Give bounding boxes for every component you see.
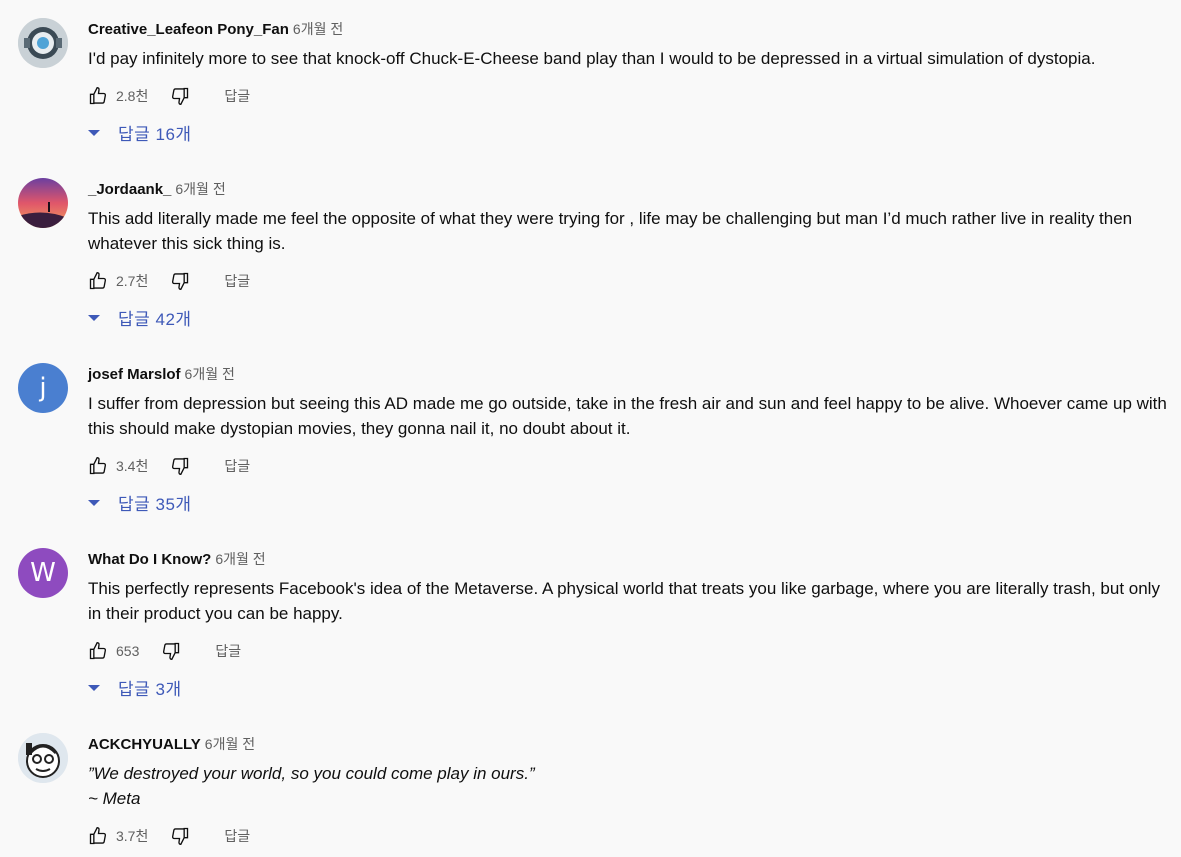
view-replies-button[interactable]: 답글 42개 — [86, 305, 192, 330]
robot-avatar-icon[interactable] — [18, 18, 68, 68]
letter-avatar[interactable]: W — [18, 548, 68, 598]
like-count: 2.8천 — [116, 88, 149, 104]
comment-text: This add literally made me feel the oppo… — [88, 209, 1133, 253]
caret-down-icon — [88, 499, 100, 506]
replies-count-label: 답글 35개 — [118, 495, 192, 514]
like-count: 3.4천 — [116, 458, 149, 474]
thumbs-down-icon[interactable] — [170, 456, 190, 476]
meme-face-avatar-icon[interactable] — [18, 733, 68, 783]
thumbs-up-icon[interactable] — [88, 456, 108, 476]
replies-count-label: 답글 16개 — [118, 125, 192, 144]
caret-down-icon — [88, 314, 100, 321]
comment-text: I'd pay infinitely more to see that knoc… — [88, 49, 1096, 68]
like-count: 653 — [116, 643, 140, 659]
caret-down-icon — [88, 684, 100, 691]
thumbs-up-icon[interactable] — [88, 641, 108, 661]
comment-time[interactable]: 6개월 전 — [205, 736, 255, 752]
comment-time[interactable]: 6개월 전 — [175, 181, 225, 197]
comment-text-line: ”We destroyed your world, so you could c… — [88, 764, 535, 783]
thumbs-down-icon[interactable] — [170, 271, 190, 291]
view-replies-button[interactable]: 답글 35개 — [86, 490, 192, 515]
like-count: 2.7천 — [116, 273, 149, 289]
reply-button[interactable]: 답글 — [215, 641, 241, 661]
thumbs-up-icon[interactable] — [88, 271, 108, 291]
comment-actions: 3.7천 답글 — [88, 824, 250, 848]
view-replies-button[interactable]: 답글 3개 — [86, 675, 182, 700]
avatar-letter: j — [39, 373, 47, 403]
reply-button[interactable]: 답글 — [224, 86, 250, 106]
sunset-avatar-icon[interactable] — [18, 178, 68, 228]
like-count: 3.7천 — [116, 828, 149, 844]
comment-author[interactable]: _Jordaank_ — [88, 181, 171, 198]
comment-actions: 653 답글 — [88, 639, 241, 663]
thumbs-up-icon[interactable] — [88, 826, 108, 846]
letter-avatar[interactable]: j — [18, 363, 68, 413]
thumbs-down-icon[interactable] — [161, 641, 181, 661]
comment-text: This perfectly represents Facebook's ide… — [88, 579, 1160, 623]
thumbs-down-icon[interactable] — [170, 86, 190, 106]
comment-actions: 2.8천 답글 — [88, 84, 250, 108]
comment-time[interactable]: 6개월 전 — [185, 366, 235, 382]
comment-text: ”We destroyed your world, so you could c… — [88, 761, 1168, 811]
reply-button[interactable]: 답글 — [224, 456, 250, 476]
comment-text: I suffer from depression but seeing this… — [88, 394, 1167, 438]
thumbs-down-icon[interactable] — [170, 826, 190, 846]
comment-author[interactable]: Creative_Leafeon Pony_Fan — [88, 21, 289, 38]
comment-author[interactable]: What Do I Know? — [88, 551, 211, 568]
comment-actions: 3.4천 답글 — [88, 454, 250, 478]
comment-text-line: ~ Meta — [88, 789, 141, 808]
comment-author[interactable]: josef Marslof — [88, 366, 181, 383]
avatar-letter: W — [30, 558, 56, 588]
replies-count-label: 답글 3개 — [118, 680, 182, 699]
view-replies-button[interactable]: 답글 16개 — [86, 120, 192, 145]
caret-down-icon — [88, 129, 100, 136]
thumbs-up-icon[interactable] — [88, 86, 108, 106]
replies-count-label: 답글 42개 — [118, 310, 192, 329]
reply-button[interactable]: 답글 — [224, 826, 250, 846]
comment-time[interactable]: 6개월 전 — [293, 21, 343, 37]
comment-time[interactable]: 6개월 전 — [215, 551, 265, 567]
comment-author[interactable]: ACKCHYUALLY — [88, 736, 201, 753]
comment-actions: 2.7천 답글 — [88, 269, 250, 293]
reply-button[interactable]: 답글 — [224, 271, 250, 291]
